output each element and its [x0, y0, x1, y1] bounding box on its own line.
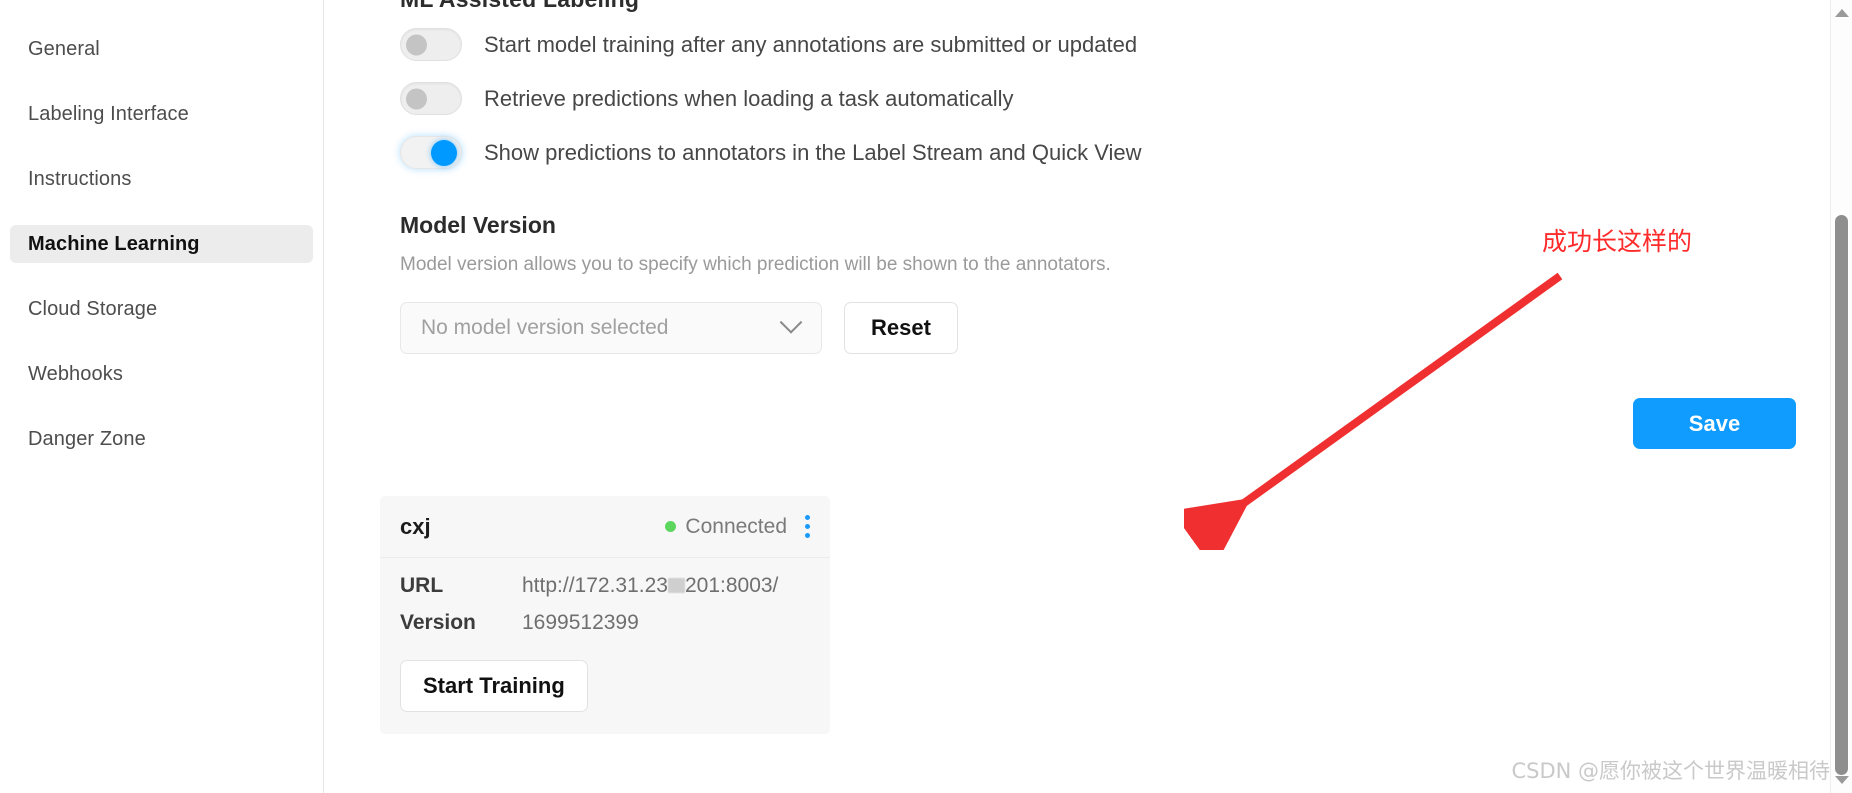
sidebar-item-general[interactable]: General — [10, 30, 313, 68]
sidebar-item-instructions[interactable]: Instructions — [10, 160, 313, 198]
sidebar-item-label: Webhooks — [28, 362, 123, 385]
annotation-arrow-icon — [1184, 272, 1563, 550]
ml-backend-url-key: URL — [400, 574, 444, 597]
scroll-up-arrow-icon[interactable] — [1834, 9, 1849, 17]
toggle-row-show-predictions[interactable]: Show predictions to annotators in the La… — [400, 136, 1142, 169]
ml-backend-url-row: URL http://172.31.23 201:8003/ — [400, 574, 810, 598]
annotation-text: 成功长这样的 — [1542, 227, 1693, 256]
model-version-description: Model version allows you to specify whic… — [400, 254, 1111, 275]
sidebar-item-danger-zone[interactable]: Danger Zone — [10, 420, 313, 458]
toggle-start-model-training[interactable] — [400, 28, 462, 61]
ml-backend-name: cxj — [400, 513, 431, 539]
reset-button[interactable]: Reset — [844, 302, 958, 354]
sidebar-item-label: Danger Zone — [28, 427, 146, 450]
url-part-visible: http://172.31.23 — [522, 574, 668, 597]
scrollbar-thumb[interactable] — [1835, 215, 1848, 775]
url-part-suffix: 201:8003/ — [684, 574, 779, 597]
redacted-block — [667, 578, 685, 593]
status-badge: Connected — [685, 514, 787, 538]
vertical-scrollbar[interactable] — [1830, 0, 1852, 793]
settings-page: General Labeling Interface Instructions … — [0, 0, 1852, 793]
model-version-title: Model Version — [400, 212, 556, 238]
sidebar-item-labeling-interface[interactable]: Labeling Interface — [10, 95, 313, 133]
model-version-select-value: No model version selected — [421, 316, 669, 339]
toggle-knob — [431, 139, 457, 166]
model-version-select[interactable]: No model version selected — [400, 302, 822, 354]
status-dot-icon — [665, 521, 677, 532]
toggle-row-retrieve-predictions[interactable]: Retrieve predictions when loading a task… — [400, 82, 1014, 115]
ml-backend-version-row: Version 1699512399 — [400, 611, 810, 635]
sidebar-item-webhooks[interactable]: Webhooks — [10, 355, 313, 393]
toggle-label: Start model training after any annotatio… — [484, 31, 1138, 57]
ml-backend-card: cxj Connected URL http://172.31.23 201:80… — [380, 496, 830, 734]
sidebar-item-label: Instructions — [28, 167, 132, 190]
sidebar-item-label: Machine Learning — [28, 232, 200, 255]
sidebar-item-label: Labeling Interface — [28, 102, 189, 125]
toggle-knob — [406, 34, 427, 55]
machine-learning-panel: ML Assisted Labeling Start model trainin… — [324, 0, 1852, 793]
toggle-retrieve-predictions[interactable] — [400, 82, 462, 115]
toggle-knob — [406, 88, 427, 109]
sidebar-item-cloud-storage[interactable]: Cloud Storage — [10, 290, 313, 328]
dot — [805, 515, 810, 520]
toggle-label: Retrieve predictions when loading a task… — [484, 85, 1014, 111]
csdn-watermark: CSDN @愿你被这个世界温暖相待 — [1511, 759, 1830, 783]
toggle-show-predictions[interactable] — [400, 136, 462, 169]
sidebar-item-label: Cloud Storage — [28, 297, 158, 320]
save-button[interactable]: Save — [1633, 398, 1796, 449]
scroll-down-arrow-icon[interactable] — [1834, 776, 1849, 784]
start-training-button[interactable]: Start Training — [400, 660, 588, 712]
ml-backend-version-key: Version — [400, 611, 476, 634]
chevron-down-icon — [779, 311, 803, 334]
ml-backend-url-value: http://172.31.23 201:8003/ — [522, 574, 778, 598]
sidebar-item-label: General — [28, 37, 100, 60]
ml-backend-card-header: cxj Connected — [380, 496, 830, 558]
vertical-dots-icon[interactable] — [803, 513, 812, 540]
ml-backend-status: Connected — [665, 515, 787, 539]
dot — [805, 524, 810, 529]
toggle-row-start-model-training[interactable]: Start model training after any annotatio… — [400, 28, 1137, 61]
ml-backend-card-body: URL http://172.31.23 201:8003/ Version 16… — [380, 558, 830, 734]
sidebar-item-machine-learning[interactable]: Machine Learning — [10, 225, 313, 263]
toggle-label: Show predictions to annotators in the La… — [484, 139, 1142, 165]
model-version-controls: No model version selected Reset — [400, 302, 958, 354]
settings-sidebar: General Labeling Interface Instructions … — [0, 0, 324, 793]
dot — [805, 533, 810, 538]
ml-backend-version-value: 1699512399 — [522, 611, 639, 634]
section-title-ml-assisted-labeling: ML Assisted Labeling — [400, 0, 639, 13]
